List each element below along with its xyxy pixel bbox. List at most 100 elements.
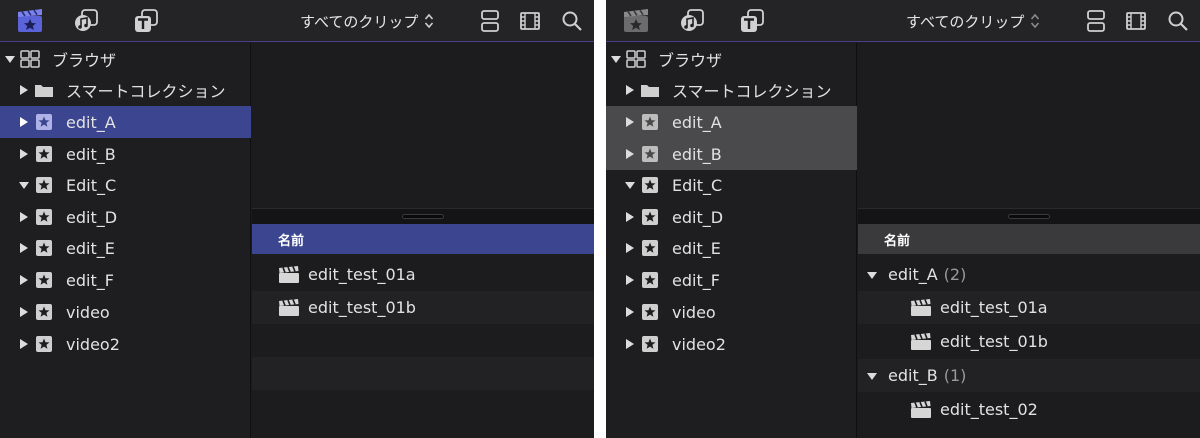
sidebar-item-label: ブラウザ [52,51,117,70]
sidebar-item-video2[interactable]: video2 [606,328,857,360]
browser-grid-icon [626,50,646,68]
sidebar-item-browser[interactable]: ブラウザ [0,43,251,75]
sidebar-item-smart-collections[interactable]: スマートコレクション [606,74,857,106]
list-item[interactable]: edit_test_01b [858,325,1200,358]
sidebar-item-label: video [672,302,716,322]
event-star-icon [34,239,54,257]
splitter-grip-icon[interactable] [402,214,444,219]
clip-layout-icon[interactable] [1082,7,1110,35]
library-icon[interactable] [622,7,650,35]
sidebar-item-video2[interactable]: video2 [0,328,251,360]
sidebar-item-label: edit_D [672,207,724,227]
sidebar-item-label: Edit_C [672,175,723,195]
browser-empty-area [858,43,1200,208]
titles-icon[interactable] [132,7,160,35]
library-icon[interactable] [16,7,44,35]
disclosure-collapsed-icon[interactable] [18,306,30,318]
sidebar-item-edit-b[interactable]: edit_B [606,138,857,170]
sidebar-item-edit-c[interactable]: Edit_C [606,169,857,201]
browser-empty-area [252,43,594,208]
sidebar-item-edit-b[interactable]: edit_B [0,138,251,170]
folder-icon [34,81,54,99]
disclosure-collapsed-icon[interactable] [624,148,636,160]
disclosure-collapsed-icon[interactable] [624,338,636,350]
sidebar-item-label: edit_E [66,238,115,258]
sidebar-item-edit-e[interactable]: edit_E [0,232,251,264]
event-star-icon [34,176,54,194]
photos-audio-icon[interactable] [72,7,100,35]
list-item[interactable]: edit_test_01b [252,291,594,324]
event-star-icon [640,145,660,163]
sidebar-item-edit-c[interactable]: Edit_C [0,169,251,201]
sidebar-item-edit-e[interactable]: edit_E [606,232,857,264]
disclosure-collapsed-icon[interactable] [624,211,636,223]
list-item[interactable]: edit_test_02 [858,393,1200,426]
sidebar-item-edit-d[interactable]: edit_D [0,201,251,233]
filmstrip-icon[interactable] [516,7,544,35]
disclosure-collapsed-icon[interactable] [624,242,636,254]
disclosure-expanded-icon[interactable] [4,53,16,65]
disclosure-collapsed-icon[interactable] [624,306,636,318]
clip-layout-icon[interactable] [476,7,504,35]
event-star-icon [640,271,660,289]
sidebar: ブラウザ スマートコレクション edit_A edit_B Edit_C edi… [0,43,251,438]
disclosure-collapsed-icon[interactable] [18,211,30,223]
clip-name: edit_test_01a [940,298,1048,317]
sidebar-item-smart-collections[interactable]: スマートコレクション [0,74,251,106]
sidebar-item-label: edit_A [66,112,116,132]
list-item[interactable]: edit_test_01a [858,291,1200,324]
search-icon[interactable] [558,7,586,35]
sidebar-item-edit-a[interactable]: edit_A [606,106,857,138]
disclosure-expanded-icon[interactable] [18,179,30,191]
splitter-grip-icon[interactable] [1008,214,1050,219]
disclosure-collapsed-icon[interactable] [18,116,30,128]
event-star-icon [34,335,54,353]
disclosure-expanded-icon[interactable] [624,179,636,191]
disclosure-collapsed-icon[interactable] [18,242,30,254]
column-header-name[interactable]: 名前 [252,224,594,254]
sidebar-item-label: edit_F [66,270,114,290]
disclosure-expanded-icon[interactable] [610,53,622,65]
disclosure-collapsed-icon[interactable] [624,274,636,286]
disclosure-collapsed-icon[interactable] [18,274,30,286]
event-star-icon [34,271,54,289]
column-header-name[interactable]: 名前 [858,224,1200,254]
pane-splitter[interactable] [858,208,1200,224]
clip-list: edit_A (2) edit_test_01a edit_test_01b e… [858,254,1200,438]
disclosure-collapsed-icon[interactable] [18,148,30,160]
sidebar-item-label: edit_E [672,238,721,258]
disclosure-expanded-icon[interactable] [866,269,878,281]
group-row-edit-b[interactable]: edit_B (1) [858,359,1200,392]
sidebar-item-browser[interactable]: ブラウザ [606,43,857,75]
clip-name: edit_test_02 [940,400,1038,419]
sidebar-item-video[interactable]: video [606,296,857,328]
filmstrip-icon[interactable] [1122,7,1150,35]
clip-filter-popup[interactable]: すべてのクリップ [906,11,1040,31]
clip-filter-popup[interactable]: すべてのクリップ [300,11,434,31]
disclosure-collapsed-icon[interactable] [624,116,636,128]
sidebar-item-edit-d[interactable]: edit_D [606,201,857,233]
sidebar-item-label: edit_A [672,112,722,132]
group-row-edit-a[interactable]: edit_A (2) [858,258,1200,291]
sidebar-item-label: video2 [672,334,726,354]
list-item[interactable]: edit_test_01a [252,258,594,291]
disclosure-collapsed-icon[interactable] [18,338,30,350]
sidebar-item-edit-f[interactable]: edit_F [606,264,857,296]
titles-icon[interactable] [738,7,766,35]
photos-audio-icon[interactable] [678,7,706,35]
search-icon[interactable] [1164,7,1192,35]
disclosure-expanded-icon[interactable] [866,370,878,382]
group-name: edit_B [888,366,938,385]
folder-icon [640,81,660,99]
empty-row [252,390,594,423]
pane-splitter[interactable] [252,208,594,224]
sidebar-item-label: edit_B [672,144,722,164]
sidebar-item-edit-f[interactable]: edit_F [0,264,251,296]
disclosure-collapsed-icon[interactable] [624,84,636,96]
sidebar-item-label: edit_F [672,270,720,290]
disclosure-collapsed-icon[interactable] [18,84,30,96]
column-header-label: 名前 [278,233,305,249]
sidebar-item-edit-a[interactable]: edit_A [0,106,251,138]
sidebar-item-video[interactable]: video [0,296,251,328]
updown-chevron-icon [1030,13,1040,29]
